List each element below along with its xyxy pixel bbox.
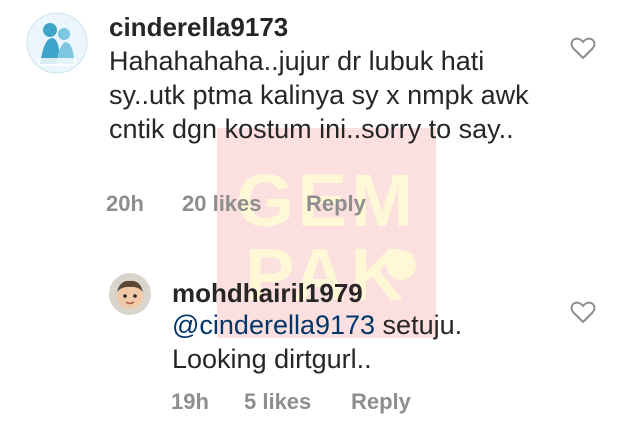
comment-username[interactable]: mohdhairil1979: [172, 278, 363, 309]
comment-text: Hahahahaha..jujur dr lubuk hati sy..utk …: [109, 46, 529, 144]
reply-button[interactable]: Reply: [306, 191, 366, 217]
profile-photo-icon: [26, 12, 88, 74]
likes-count[interactable]: 20 likes: [182, 191, 262, 217]
avatar[interactable]: [108, 272, 152, 316]
likes-count[interactable]: 5 likes: [244, 389, 311, 415]
comment-meta: 19h 5 likes Reply: [171, 389, 471, 415]
heart-outline-icon[interactable]: [570, 300, 596, 329]
mention-link[interactable]: @cinderella9173: [172, 310, 375, 340]
reply-button[interactable]: Reply: [351, 389, 411, 415]
comment-text: @cinderella9173 setuju. Looking dirtgurl…: [172, 308, 532, 376]
comment-time: 19h: [171, 389, 209, 414]
comment-time: 20h: [106, 191, 144, 216]
heart-outline-icon[interactable]: [570, 36, 596, 65]
comment-username[interactable]: cinderella9173: [109, 12, 288, 43]
avatar[interactable]: [26, 12, 88, 74]
comment-meta: 20h 20 likes Reply: [106, 191, 406, 217]
profile-photo-icon: [109, 273, 151, 315]
watermark-badge-icon: [386, 250, 416, 280]
